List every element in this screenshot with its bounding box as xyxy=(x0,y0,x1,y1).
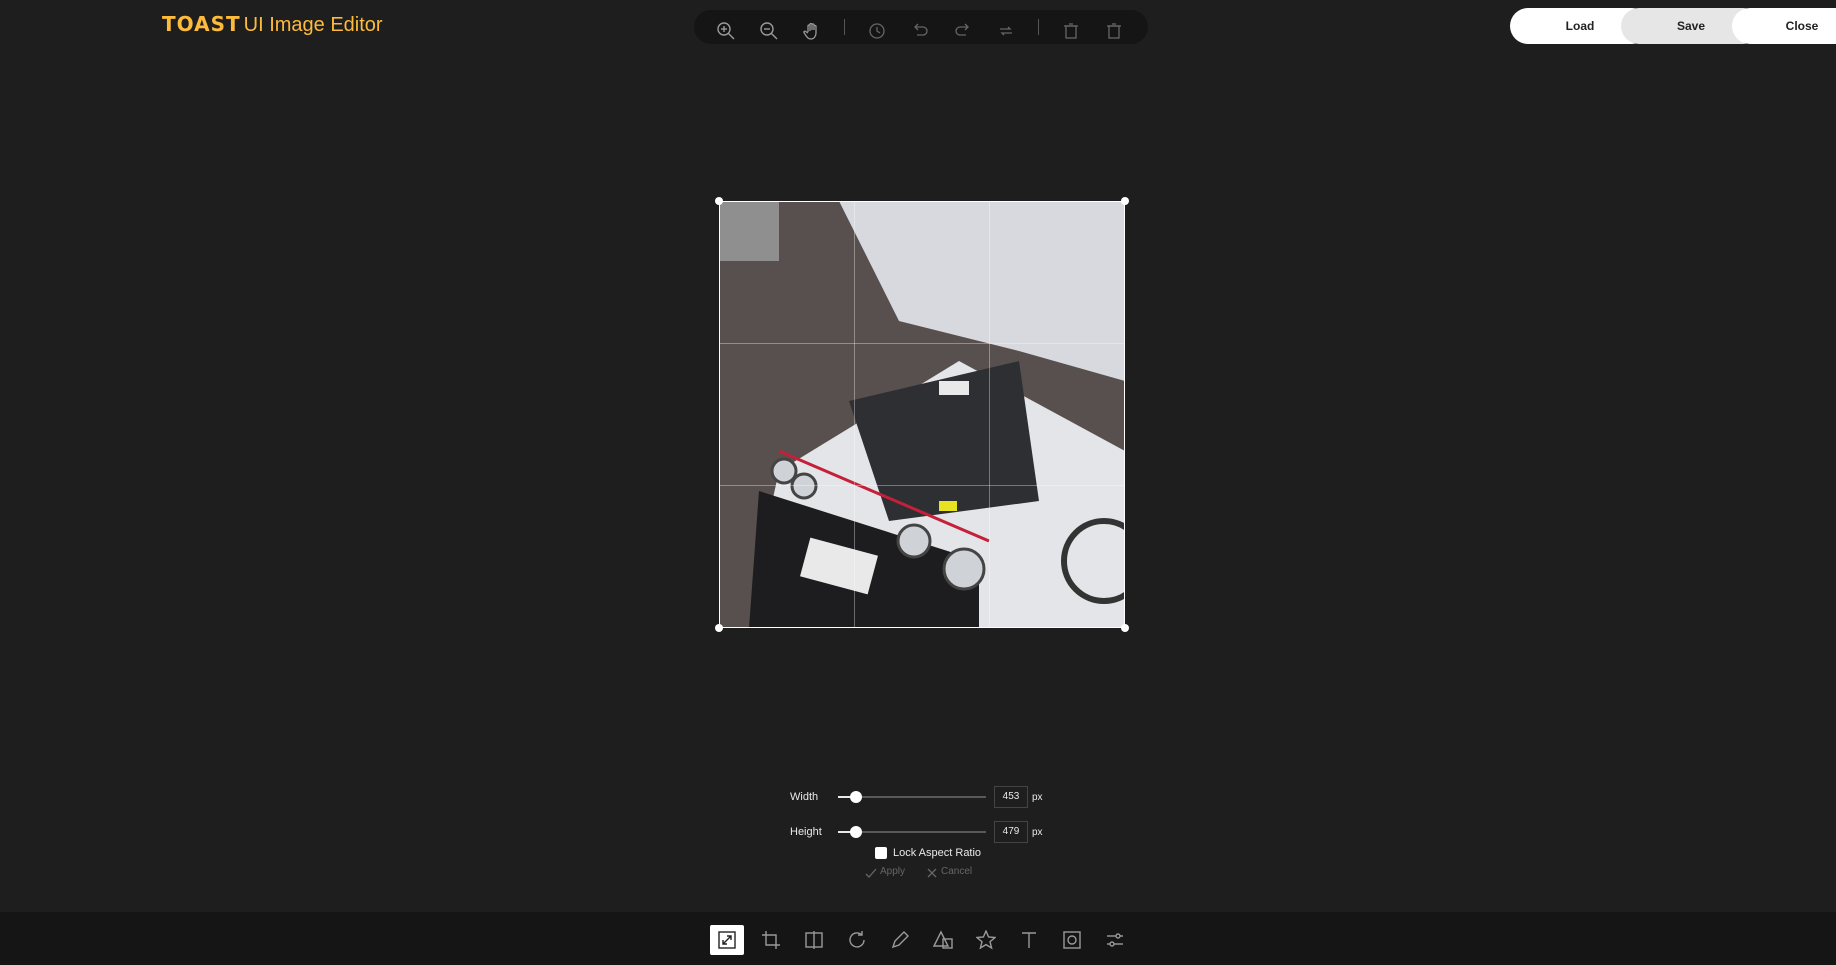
filter-icon xyxy=(1107,933,1123,947)
tool-mask[interactable] xyxy=(1055,925,1089,955)
delete-all-icon[interactable] xyxy=(1102,19,1126,43)
close-icon xyxy=(927,868,937,878)
width-row: Width 453 px xyxy=(790,786,1043,808)
tool-icon[interactable] xyxy=(969,925,1003,955)
height-input[interactable]: 479 xyxy=(994,821,1028,843)
resize-actions: Apply Cancel xyxy=(864,866,972,880)
tool-flip[interactable] xyxy=(797,925,831,955)
close-button[interactable]: Close xyxy=(1732,8,1836,44)
app-title: UI Image Editor xyxy=(243,14,383,36)
check-icon xyxy=(865,868,877,878)
tool-crop[interactable] xyxy=(754,925,788,955)
text-icon xyxy=(1022,932,1036,948)
tool-rotate[interactable] xyxy=(840,925,874,955)
resize-icon xyxy=(718,931,736,949)
tool-text[interactable] xyxy=(1012,925,1046,955)
flip-icon xyxy=(805,931,823,949)
height-unit: px xyxy=(1032,826,1043,838)
tool-shape[interactable] xyxy=(926,925,960,955)
lock-aspect-label: Lock Aspect Ratio xyxy=(893,847,982,859)
reset-icon[interactable] xyxy=(994,19,1018,43)
lock-aspect-checkbox[interactable] xyxy=(875,847,887,859)
delete-icon[interactable] xyxy=(1059,19,1083,43)
image-canvas[interactable] xyxy=(715,197,1129,632)
tool-resize[interactable] xyxy=(710,925,744,955)
width-slider[interactable] xyxy=(838,791,986,803)
redo-icon[interactable] xyxy=(951,19,975,43)
cancel-label: Cancel xyxy=(941,866,973,877)
width-slider-knob[interactable] xyxy=(850,791,862,803)
apply-label: Apply xyxy=(880,866,906,877)
width-label: Width xyxy=(790,791,819,803)
width-input[interactable]: 453 xyxy=(994,786,1028,808)
resize-handle-top-right[interactable] xyxy=(1121,197,1129,205)
rotate-icon xyxy=(849,931,865,948)
zoom-in-icon[interactable] xyxy=(714,19,738,43)
bottom-toolbar xyxy=(0,912,1836,965)
crop-icon xyxy=(762,931,780,949)
height-slider[interactable] xyxy=(838,826,986,838)
tool-draw[interactable] xyxy=(883,925,917,955)
mask-icon xyxy=(1063,931,1081,949)
history-icon[interactable] xyxy=(865,19,889,43)
top-menu-bar xyxy=(694,10,1148,44)
star-icon xyxy=(976,930,996,950)
resize-handle-bottom-left[interactable] xyxy=(715,624,723,632)
width-unit: px xyxy=(1032,791,1043,803)
undo-icon[interactable] xyxy=(908,19,932,43)
zoom-out-icon[interactable] xyxy=(757,19,781,43)
shape-icon xyxy=(933,930,953,949)
resize-handle-bottom-right[interactable] xyxy=(1121,624,1129,632)
brand-name: TOAST xyxy=(162,12,241,36)
height-label: Height xyxy=(790,826,822,838)
app-logo: TOAST UI Image Editor xyxy=(162,12,383,37)
selection-frame xyxy=(719,201,1125,628)
height-slider-knob[interactable] xyxy=(850,826,862,838)
hand-icon[interactable] xyxy=(800,19,824,43)
resize-panel: Width 453 px Height 479 px Lock Aspect R… xyxy=(790,784,1060,894)
resize-handle-top-left[interactable] xyxy=(715,197,723,205)
lock-aspect-ratio[interactable]: Lock Aspect Ratio xyxy=(875,847,981,859)
cancel-button[interactable]: Cancel xyxy=(925,866,972,880)
pencil-icon xyxy=(891,931,909,949)
tool-filter[interactable] xyxy=(1098,925,1132,955)
apply-button[interactable]: Apply xyxy=(864,866,905,880)
height-row: Height 479 px xyxy=(790,821,1043,843)
